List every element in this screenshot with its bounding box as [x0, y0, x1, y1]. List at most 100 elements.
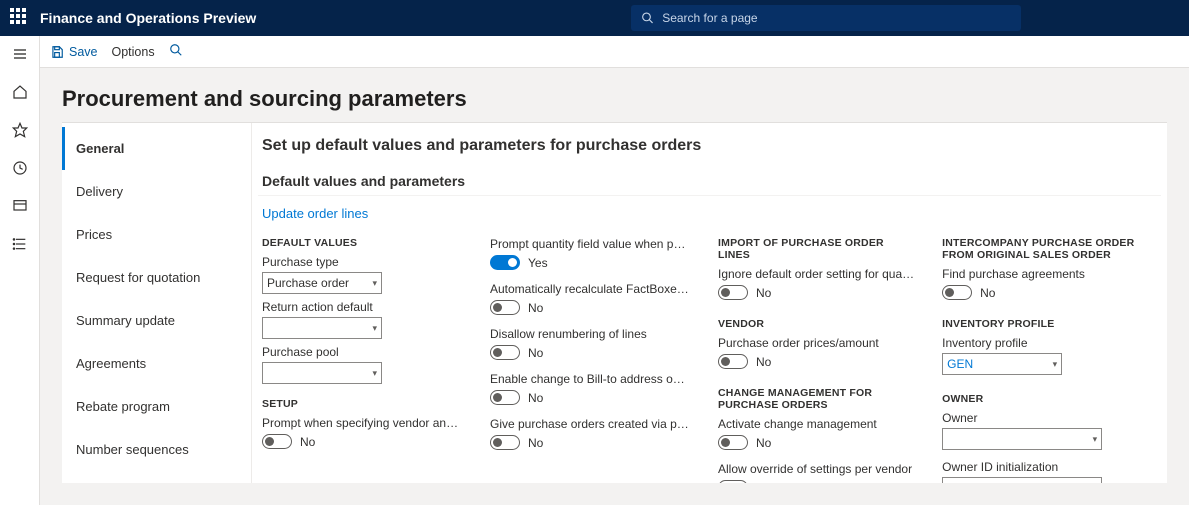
save-icon: [50, 45, 64, 59]
find-pa-label: Find purchase agreements: [942, 267, 1157, 281]
star-icon[interactable]: [8, 118, 32, 142]
chevron-down-icon: ▾: [1053, 359, 1058, 370]
chevron-down-icon: ▾: [372, 323, 377, 334]
tab-rebate[interactable]: Rebate program: [62, 385, 251, 428]
tab-summary-update[interactable]: Summary update: [62, 299, 251, 342]
chevron-down-icon: ▾: [372, 368, 377, 379]
global-search-input[interactable]: [662, 11, 1011, 25]
disallow-renum-toggle[interactable]: [490, 345, 520, 360]
give-po-toggle[interactable]: [490, 435, 520, 450]
save-label: Save: [69, 45, 98, 59]
tab-number-sequences[interactable]: Number sequences: [62, 428, 251, 471]
owner-select[interactable]: ▾: [942, 428, 1102, 450]
prompt-vendor-toggle[interactable]: [262, 434, 292, 449]
prompt-vendor-value: No: [300, 435, 315, 449]
col-middle: Prompt quantity field value when p… Yes …: [490, 231, 690, 483]
owner-init-label: Owner ID initialization: [942, 460, 1157, 474]
left-rail: [0, 36, 40, 505]
owner-init-value: Do not initialize: [947, 481, 1028, 483]
prompt-qty-label: Prompt quantity field value when p…: [490, 237, 690, 251]
purchase-pool-label: Purchase pool: [262, 345, 462, 359]
activate-cm-toggle[interactable]: [718, 435, 748, 450]
return-action-label: Return action default: [262, 300, 462, 314]
allow-override-value: No: [756, 481, 771, 484]
activate-cm-value: No: [756, 436, 771, 450]
tab-agreements[interactable]: Agreements: [62, 342, 251, 385]
allow-override-label: Allow override of settings per vendor: [718, 462, 914, 476]
group-default-values: DEFAULT VALUES: [262, 237, 462, 249]
purchase-type-value: Purchase order: [267, 276, 349, 290]
chevron-down-icon: ▾: [1093, 434, 1098, 445]
group-intercompany: INTERCOMPANY PURCHASE ORDER FROM ORIGINA…: [942, 237, 1157, 261]
group-inventory-profile: INVENTORY PROFILE: [942, 318, 1157, 330]
ignore-default-label: Ignore default order setting for qua…: [718, 267, 914, 281]
prompt-vendor-label: Prompt when specifying vendor and…: [262, 416, 462, 430]
allow-override-toggle[interactable]: [718, 480, 748, 483]
return-action-select[interactable]: ▾: [262, 317, 382, 339]
prompt-qty-value: Yes: [528, 256, 548, 270]
global-search[interactable]: [631, 5, 1021, 31]
inv-profile-value: GEN: [947, 357, 973, 371]
group-import: IMPORT OF PURCHASE ORDER LINES: [718, 237, 914, 261]
inv-profile-label: Inventory profile: [942, 336, 1157, 350]
tab-general[interactable]: General: [62, 127, 251, 170]
chevron-down-icon: ▾: [1093, 483, 1098, 484]
purchase-pool-select[interactable]: ▾: [262, 362, 382, 384]
auto-recalc-toggle[interactable]: [490, 300, 520, 315]
disallow-renum-label: Disallow renumbering of lines: [490, 327, 690, 341]
po-prices-label: Purchase order prices/amount: [718, 336, 914, 350]
tab-rfq[interactable]: Request for quotation: [62, 256, 251, 299]
page-header: Procurement and sourcing parameters: [40, 68, 1189, 122]
ignore-default-value: No: [756, 286, 771, 300]
search-icon: [641, 11, 654, 25]
group-vendor: VENDOR: [718, 318, 914, 330]
recent-icon[interactable]: [8, 156, 32, 180]
auto-recalc-value: No: [528, 301, 543, 315]
hamburger-icon[interactable]: [8, 42, 32, 66]
activate-cm-label: Activate change management: [718, 417, 914, 431]
po-prices-value: No: [756, 355, 771, 369]
options-button[interactable]: Options: [112, 45, 155, 59]
po-prices-toggle[interactable]: [718, 354, 748, 369]
group-change-mgmt: CHANGE MANAGEMENT FOR PURCHASE ORDERS: [718, 387, 914, 411]
purchase-type-label: Purchase type: [262, 255, 462, 269]
disallow-renum-value: No: [528, 346, 543, 360]
give-po-label: Give purchase orders created via pu…: [490, 417, 690, 431]
purchase-type-select[interactable]: Purchase order ▾: [262, 272, 382, 294]
page-title: Procurement and sourcing parameters: [62, 86, 1167, 112]
save-button[interactable]: Save: [50, 45, 98, 59]
update-order-lines-link[interactable]: Update order lines: [258, 202, 372, 231]
vertical-tabs: General Delivery Prices Request for quot…: [62, 123, 252, 483]
owner-label: Owner: [942, 411, 1157, 425]
auto-recalc-label: Automatically recalculate FactBoxes …: [490, 282, 690, 296]
give-po-value: No: [528, 436, 543, 450]
owner-init-select[interactable]: Do not initialize ▾: [942, 477, 1102, 483]
group-owner: OWNER: [942, 393, 1157, 405]
top-nav: Finance and Operations Preview: [0, 0, 1189, 36]
app-launcher-icon[interactable]: [10, 8, 30, 28]
col-import-vendor-cm: IMPORT OF PURCHASE ORDER LINES Ignore de…: [718, 231, 914, 483]
home-icon[interactable]: [8, 80, 32, 104]
inv-profile-select[interactable]: GEN ▾: [942, 353, 1062, 375]
workspace-icon[interactable]: [8, 194, 32, 218]
section-title: Default values and parameters: [258, 165, 1161, 196]
tab-prices[interactable]: Prices: [62, 213, 251, 256]
action-search-icon[interactable]: [169, 43, 183, 60]
action-bar: Save Options: [40, 36, 1189, 68]
form-pane: Set up default values and parameters for…: [252, 123, 1167, 483]
enable-billto-value: No: [528, 391, 543, 405]
content-card: General Delivery Prices Request for quot…: [62, 122, 1167, 483]
group-setup: SETUP: [262, 398, 462, 410]
enable-billto-toggle[interactable]: [490, 390, 520, 405]
modules-icon[interactable]: [8, 232, 32, 256]
find-pa-value: No: [980, 286, 995, 300]
col-intercompany-owner: INTERCOMPANY PURCHASE ORDER FROM ORIGINA…: [942, 231, 1157, 483]
chevron-down-icon: ▾: [372, 278, 377, 289]
prompt-qty-toggle[interactable]: [490, 255, 520, 270]
pane-title: Set up default values and parameters for…: [258, 133, 1161, 165]
enable-billto-label: Enable change to Bill-to address on …: [490, 372, 690, 386]
tab-delivery[interactable]: Delivery: [62, 170, 251, 213]
brand-title: Finance and Operations Preview: [40, 10, 256, 26]
find-pa-toggle[interactable]: [942, 285, 972, 300]
ignore-default-toggle[interactable]: [718, 285, 748, 300]
